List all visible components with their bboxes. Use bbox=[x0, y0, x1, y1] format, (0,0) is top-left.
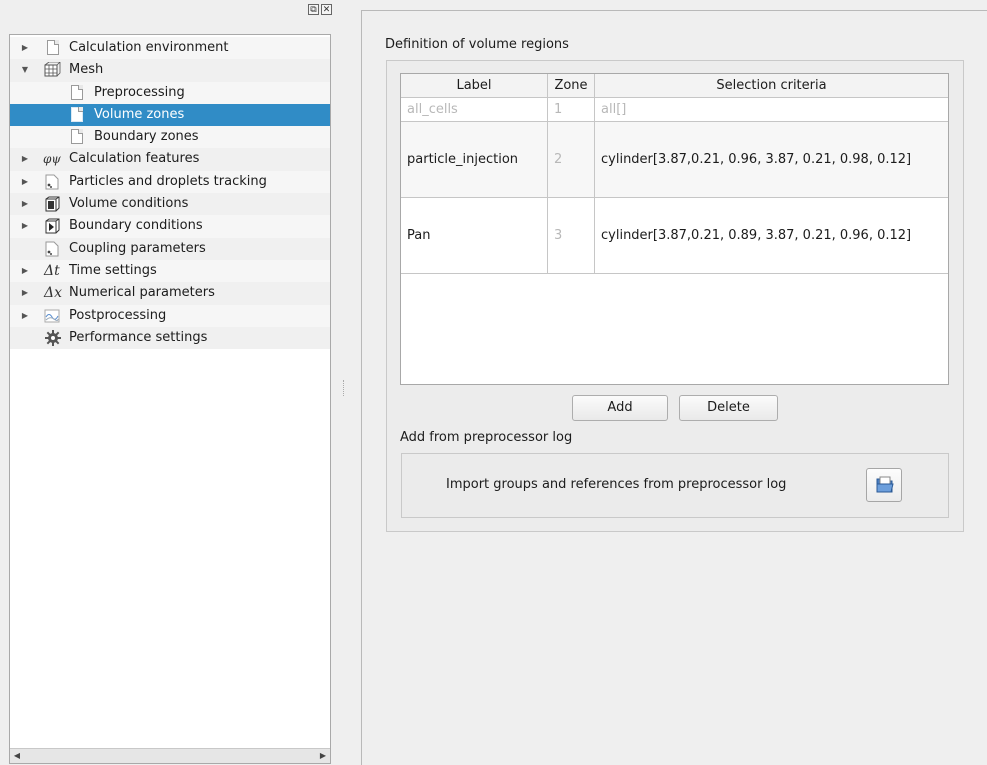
cell-zone: 3 bbox=[548, 198, 595, 273]
collapsed-arrow-icon[interactable]: ▶ bbox=[20, 37, 30, 59]
tree-item-calculation-features[interactable]: ▶ φψ Calculation features bbox=[10, 148, 330, 171]
import-label: Import groups and references from prepro… bbox=[446, 477, 787, 492]
collapsed-arrow-icon[interactable]: ▶ bbox=[20, 148, 30, 170]
tree-item-particles-and-droplets-tracking[interactable]: ▶ Particles and droplets tracking bbox=[10, 170, 330, 194]
tree-item-time-settings[interactable]: ▶ Δt Time settings bbox=[10, 259, 330, 283]
page-icon bbox=[69, 129, 85, 145]
table-row[interactable]: Pan 3 cylinder[3.87,0.21, 0.89, 3.87, 0.… bbox=[401, 198, 948, 274]
tree-item-label: Particles and droplets tracking bbox=[69, 173, 267, 189]
import-preprocessor-log-button[interactable] bbox=[866, 468, 902, 502]
tree-item-label: Mesh bbox=[69, 62, 104, 78]
scroll-right-icon[interactable]: ▶ bbox=[316, 749, 330, 763]
tree-item-label: Volume zones bbox=[94, 106, 185, 122]
navigation-tree[interactable]: ▶ Calculation environment ▼ Mesh Preproc… bbox=[9, 34, 331, 764]
tree-item-boundary-zones[interactable]: Boundary zones bbox=[10, 126, 330, 149]
delta-t-icon: Δt bbox=[44, 262, 60, 279]
collapsed-arrow-icon[interactable]: ▶ bbox=[20, 305, 30, 327]
tree-item-volume-zones[interactable]: Volume zones bbox=[10, 103, 330, 127]
scroll-left-icon[interactable]: ◀ bbox=[10, 749, 24, 763]
cell-label[interactable]: all_cells bbox=[401, 98, 548, 121]
collapsed-arrow-icon[interactable]: ▶ bbox=[20, 193, 30, 215]
tree-item-label: Coupling parameters bbox=[69, 240, 206, 256]
tree-item-performance-settings[interactable]: Performance settings bbox=[10, 326, 330, 350]
collapsed-arrow-icon[interactable]: ▶ bbox=[20, 171, 30, 193]
boundary-cube-icon bbox=[44, 218, 60, 234]
delta-x-icon: Δx bbox=[44, 285, 63, 302]
cell-label[interactable]: Pan bbox=[401, 198, 548, 273]
tree-item-label: Time settings bbox=[69, 262, 157, 278]
phi-psi-icon: φψ bbox=[43, 152, 61, 167]
preprocessor-section-title: Add from preprocessor log bbox=[400, 430, 573, 445]
tree-item-label: Postprocessing bbox=[69, 307, 167, 323]
tree-item-postprocessing[interactable]: ▶ Postprocessing bbox=[10, 304, 330, 327]
collapsed-arrow-icon[interactable]: ▶ bbox=[20, 282, 30, 304]
float-button[interactable]: ⧉ bbox=[308, 4, 319, 15]
tree-item-preprocessing[interactable]: Preprocessing bbox=[10, 81, 330, 104]
delete-button[interactable]: Delete bbox=[679, 395, 778, 421]
cell-selection-criteria[interactable]: cylinder[3.87,0.21, 0.96, 3.87, 0.21, 0.… bbox=[595, 122, 948, 197]
table-row[interactable]: particle_injection 2 cylinder[3.87,0.21,… bbox=[401, 122, 948, 198]
cell-zone: 2 bbox=[548, 122, 595, 197]
coupling-page-icon bbox=[45, 241, 61, 257]
volume-cube-icon bbox=[44, 196, 60, 212]
page-icon bbox=[69, 106, 85, 123]
tree-item-numerical-parameters[interactable]: ▶ Δx Numerical parameters bbox=[10, 282, 330, 305]
tree-item-label: Boundary zones bbox=[94, 129, 199, 145]
collapsed-arrow-icon[interactable]: ▶ bbox=[20, 260, 30, 282]
chart-icon bbox=[44, 308, 60, 324]
cell-label[interactable]: particle_injection bbox=[401, 122, 548, 197]
close-button[interactable]: ✕ bbox=[321, 4, 332, 15]
gear-icon bbox=[45, 329, 61, 346]
tree-item-label: Calculation environment bbox=[69, 40, 229, 55]
tree-item-label: Numerical parameters bbox=[69, 285, 215, 301]
column-header-selection-criteria[interactable]: Selection criteria bbox=[595, 74, 948, 97]
cell-selection-criteria[interactable]: cylinder[3.87,0.21, 0.89, 3.87, 0.21, 0.… bbox=[595, 198, 948, 273]
tree-item-label: Performance settings bbox=[69, 329, 208, 345]
tree-item-volume-conditions[interactable]: ▶ Volume conditions bbox=[10, 193, 330, 216]
cell-selection-criteria[interactable]: all[] bbox=[595, 98, 948, 121]
folder-open-icon bbox=[875, 475, 895, 499]
table-header: Label Zone Selection criteria bbox=[401, 74, 948, 98]
tree-item-label: Calculation features bbox=[69, 151, 200, 167]
add-button[interactable]: Add bbox=[572, 395, 668, 421]
tree-item-boundary-conditions[interactable]: ▶ Boundary conditions bbox=[10, 215, 330, 238]
page-icon bbox=[45, 40, 61, 56]
cell-zone: 1 bbox=[548, 98, 595, 121]
tree-item-mesh[interactable]: ▼ Mesh bbox=[10, 59, 330, 82]
table-row[interactable]: all_cells 1 all[] bbox=[401, 98, 948, 122]
tree-item-label: Volume conditions bbox=[69, 196, 189, 212]
column-header-zone[interactable]: Zone bbox=[548, 74, 595, 97]
tree-item-calculation-environment[interactable]: ▶ Calculation environment bbox=[10, 37, 330, 60]
tree-item-coupling-parameters[interactable]: Coupling parameters bbox=[10, 237, 330, 260]
tree-item-label: Preprocessing bbox=[94, 84, 185, 100]
expanded-arrow-icon[interactable]: ▼ bbox=[20, 59, 30, 81]
particles-page-icon bbox=[45, 174, 61, 190]
volume-regions-table[interactable]: Label Zone Selection criteria all_cells … bbox=[400, 73, 949, 385]
tree-rows: ▶ Calculation environment ▼ Mesh Preproc… bbox=[10, 37, 330, 350]
horizontal-scrollbar[interactable]: ◀ ▶ bbox=[10, 748, 330, 763]
section-title: Definition of volume regions bbox=[385, 37, 569, 52]
collapsed-arrow-icon[interactable]: ▶ bbox=[20, 215, 30, 237]
page-icon bbox=[69, 84, 85, 101]
dock-title-buttons: ⧉ ✕ bbox=[308, 4, 332, 15]
splitter-handle[interactable] bbox=[343, 380, 346, 396]
tree-item-label: Boundary conditions bbox=[69, 218, 203, 234]
mesh-icon bbox=[43, 61, 61, 78]
column-header-label[interactable]: Label bbox=[401, 74, 548, 97]
